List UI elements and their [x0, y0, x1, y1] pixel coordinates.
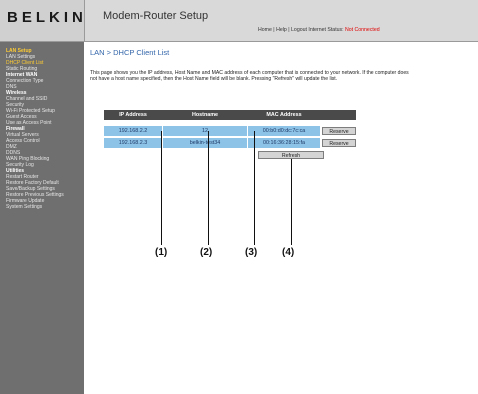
row1-hostname: 12: [163, 126, 247, 136]
callout-label-2: (2): [200, 247, 213, 258]
sidebar-item-system-settings[interactable]: System Settings: [6, 204, 42, 210]
row1-ip: 192.168.2.2: [104, 126, 162, 136]
callout-line-2: [208, 131, 209, 245]
row1-mac: 00:b0:d0:dc:7c:ca: [248, 126, 320, 136]
sidebar: LAN Setup LAN Settings DHCP Client List …: [0, 42, 84, 394]
app-title: Modem-Router Setup: [103, 10, 209, 22]
header-bar: BELKIN Modem-Router Setup Home | Help | …: [0, 0, 478, 42]
column-header-hostname: Hostname: [191, 112, 219, 118]
router-admin-window: BELKIN Modem-Router Setup Home | Help | …: [0, 0, 478, 394]
callout-label-4: (4): [282, 247, 295, 258]
row2-mac: 00:16:36:28:15:fa: [248, 138, 320, 148]
row1-reserve-button[interactable]: Reserve: [322, 127, 356, 135]
row2-hostname: belkin-test34: [163, 138, 247, 148]
page-description: This page shows you the IP address, Host…: [90, 70, 409, 83]
help-link[interactable]: Help: [276, 27, 287, 33]
page-title: LAN > DHCP Client List: [90, 48, 170, 57]
column-header-ip: IP Address: [119, 112, 147, 118]
home-link[interactable]: Home: [258, 27, 272, 33]
column-header-mac: MAC Address: [266, 112, 302, 118]
internet-status-label: Internet Status:: [308, 27, 344, 33]
internet-status-value: Not Connected: [345, 27, 380, 33]
column-header-action: [321, 110, 356, 120]
refresh-button[interactable]: Refresh: [258, 151, 324, 159]
logo-area: BELKIN: [0, 0, 85, 41]
callout-line-1: [161, 131, 162, 245]
separator: |: [288, 27, 290, 33]
logout-link[interactable]: Logout: [291, 27, 307, 33]
separator: |: [273, 27, 275, 33]
belkin-logo: BELKIN: [7, 9, 87, 26]
callout-line-3: [254, 131, 255, 245]
callout-label-1: (1): [155, 247, 168, 258]
row2-reserve-button[interactable]: Reserve: [322, 139, 356, 147]
top-links: Home | Help | Logout Internet Status: No…: [258, 27, 380, 33]
row2-ip: 192.168.2.3: [104, 138, 162, 148]
callout-label-3: (3): [245, 247, 258, 258]
callout-line-4: [291, 159, 292, 245]
